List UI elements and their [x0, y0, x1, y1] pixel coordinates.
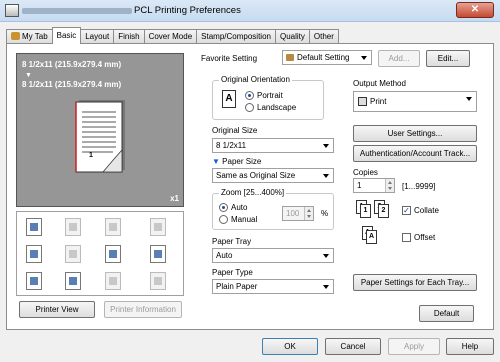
offset-checkbox[interactable] — [402, 233, 411, 242]
collate-checkbox[interactable]: ✓ — [402, 206, 411, 215]
user-icon — [11, 32, 20, 40]
close-button[interactable]: ✕ — [456, 2, 494, 18]
copies-spin-buttons[interactable] — [385, 179, 394, 192]
landscape-label: Landscape — [257, 103, 297, 112]
tab-other[interactable]: Other — [308, 29, 339, 44]
favorite-setting-select[interactable]: Default Setting — [282, 50, 372, 65]
default-button[interactable]: Default — [419, 305, 474, 322]
preview-page-number: 1 — [89, 152, 93, 159]
window-title: PCL Printing Preferences — [134, 5, 241, 16]
combine-icon — [26, 245, 42, 263]
tab-strip: My Tab Basic Layout Finish Cover Mode St… — [6, 27, 339, 44]
zoom-manual-radio[interactable] — [219, 215, 228, 224]
cancel-button[interactable]: Cancel — [325, 338, 381, 355]
tab-finish[interactable]: Finish — [113, 29, 145, 44]
print-icon — [358, 97, 367, 106]
output-method-label: Output Method — [353, 79, 406, 88]
copies-range-label: [1...9999] — [402, 182, 436, 191]
printer-app-icon — [5, 4, 19, 17]
original-orientation-legend: Original Orientation — [219, 75, 292, 84]
title-bar: PCL Printing Preferences ✕ — [0, 0, 500, 22]
account-track-icon — [65, 272, 81, 290]
collate-label: Collate — [414, 206, 439, 215]
box-save-icon — [105, 272, 121, 290]
tab-stamp-composition[interactable]: Stamp/Composition — [196, 29, 276, 44]
watermark-icon — [105, 245, 121, 263]
fold-icon — [150, 218, 166, 236]
staple-icon — [65, 218, 81, 236]
tab-quality[interactable]: Quality — [274, 29, 310, 44]
output-method-select[interactable]: Print — [353, 91, 477, 112]
authentication-account-track-button[interactable]: Authentication/Account Track... — [353, 145, 477, 162]
paper-size-label: ▼ Paper Size — [212, 157, 262, 166]
duplex-icon — [26, 218, 42, 236]
paper-tray-select[interactable]: Auto — [212, 248, 334, 263]
paper-size-select[interactable]: Same as Original Size — [212, 168, 334, 183]
finishing-icons-panel — [16, 211, 184, 296]
portrait-radio[interactable] — [245, 91, 254, 100]
preview-original-size: 8 1/2x11 (215.9x279.4 mm) — [22, 60, 122, 69]
tab-my-tab[interactable]: My Tab — [6, 29, 53, 44]
offset-label: Offset — [414, 233, 436, 242]
copies-label: Copies — [353, 168, 378, 177]
apply-button[interactable]: Apply — [388, 338, 440, 355]
original-size-label: Original Size — [212, 126, 258, 135]
printer-information-button[interactable]: Printer Information — [104, 301, 182, 318]
portrait-label: Portrait — [257, 91, 283, 100]
favorite-add-button[interactable]: Add... — [378, 50, 420, 67]
paper-type-label: Paper Type — [212, 268, 253, 277]
preview-paper-size: 8 1/2x11 (215.9x279.4 mm) — [22, 80, 122, 89]
tab-cover-mode[interactable]: Cover Mode — [143, 29, 198, 44]
paper-settings-each-tray-button[interactable]: Paper Settings for Each Tray... — [353, 274, 477, 291]
original-size-select[interactable]: 8 1/2x11 — [212, 138, 334, 153]
arrow-down-blue-icon: ▼ — [212, 157, 220, 166]
punch-icon — [105, 218, 121, 236]
booklet-icon — [65, 245, 81, 263]
favorite-edit-button[interactable]: Edit... — [426, 50, 470, 67]
printer-icon — [286, 54, 294, 61]
zoom-auto-radio[interactable] — [219, 203, 228, 212]
favorite-setting-label: Favorite Setting — [201, 54, 258, 63]
portrait-page-icon: A — [222, 90, 236, 108]
copies-badge: x1 — [170, 194, 179, 203]
paper-preview-icon — [75, 100, 125, 173]
arrow-down-icon: ▼ — [25, 72, 32, 79]
paper-type-select[interactable]: Plain Paper — [212, 279, 334, 294]
tab-basic[interactable]: Basic — [51, 27, 82, 44]
zoom-unit-label: % — [321, 209, 329, 218]
landscape-radio[interactable] — [245, 103, 254, 112]
copies-stepper[interactable]: 1 — [353, 178, 395, 193]
paper-tray-label: Paper Tray — [212, 237, 252, 246]
zoom-value-stepper[interactable]: 100 — [282, 206, 314, 221]
help-button[interactable]: Help — [446, 338, 494, 355]
printer-name-redacted — [22, 8, 132, 14]
overlay-icon — [150, 245, 166, 263]
print-preview: 8 1/2x11 (215.9x279.4 mm) ▼ 8 1/2x11 (21… — [16, 53, 184, 207]
ok-button[interactable]: OK — [262, 338, 318, 355]
tab-layout[interactable]: Layout — [80, 29, 115, 44]
zoom-auto-label: Auto — [231, 203, 248, 212]
user-settings-button[interactable]: User Settings... — [353, 125, 477, 142]
zoom-spin-buttons[interactable] — [304, 207, 313, 220]
printer-view-button[interactable]: Printer View — [19, 301, 95, 318]
secure-print-icon — [26, 272, 42, 290]
zoom-legend: Zoom [25...400%] — [219, 188, 287, 197]
proof-print-icon — [150, 272, 166, 290]
zoom-manual-label: Manual — [231, 215, 258, 224]
